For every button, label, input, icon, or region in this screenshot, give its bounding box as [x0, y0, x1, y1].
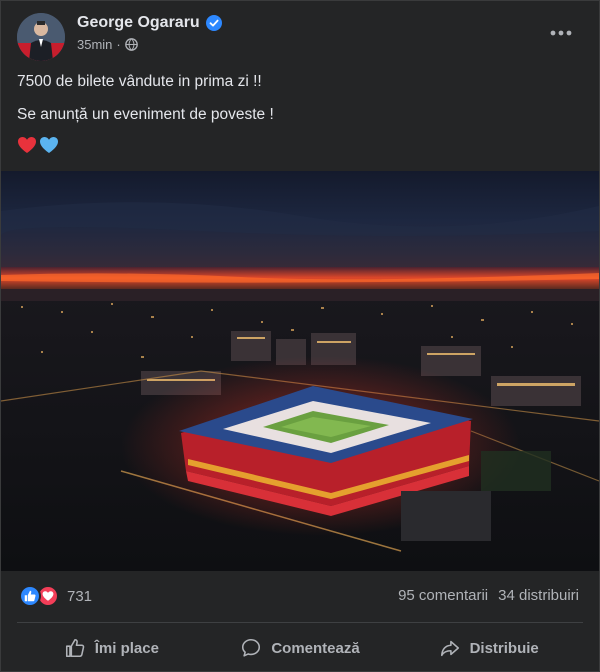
more-options-button[interactable]	[543, 21, 579, 45]
blue-heart-icon	[40, 137, 58, 153]
comment-button[interactable]: Comentează	[206, 627, 395, 669]
post-stats: 731 95 comentarii 34 distribuiri	[1, 579, 599, 615]
comment-label: Comentează	[271, 639, 360, 657]
post-emojis	[17, 135, 59, 155]
actions-divider	[17, 622, 583, 623]
post-card: George Ogararu 35min · 7500 de bilete vâ…	[0, 0, 600, 672]
like-reaction-icon	[19, 585, 41, 607]
globe-icon	[124, 38, 138, 51]
share-label: Distribuie	[469, 639, 539, 657]
post-timestamp[interactable]: 35min	[77, 37, 112, 52]
share-icon	[440, 640, 459, 657]
more-icon	[550, 30, 572, 36]
reactions-summary[interactable]: 731	[19, 585, 92, 607]
verified-badge-icon	[205, 15, 222, 31]
author-avatar[interactable]	[17, 13, 65, 61]
post-text-line-2: Se anunță un eveniment de poveste !	[17, 106, 274, 123]
post-photo-stadium[interactable]	[1, 171, 599, 571]
post-text-line-1: 7500 de bilete vândute in prima zi !!	[17, 73, 262, 90]
red-heart-icon	[18, 137, 36, 153]
like-label: Îmi place	[94, 639, 159, 657]
comments-count-link[interactable]: 95 comentarii	[398, 587, 488, 604]
shares-count-link[interactable]: 34 distribuiri	[498, 587, 579, 604]
post-header: George Ogararu 35min ·	[1, 1, 599, 63]
share-button[interactable]: Distribuie	[394, 627, 583, 669]
comment-icon	[242, 638, 261, 657]
thumbs-up-icon	[65, 638, 85, 658]
reaction-count: 731	[67, 587, 93, 605]
author-name[interactable]: George Ogararu	[77, 14, 200, 32]
like-button[interactable]: Îmi place	[17, 627, 206, 669]
post-actions: Îmi place Comentează Distribuie	[17, 627, 583, 669]
meta-separator: ·	[116, 37, 121, 52]
